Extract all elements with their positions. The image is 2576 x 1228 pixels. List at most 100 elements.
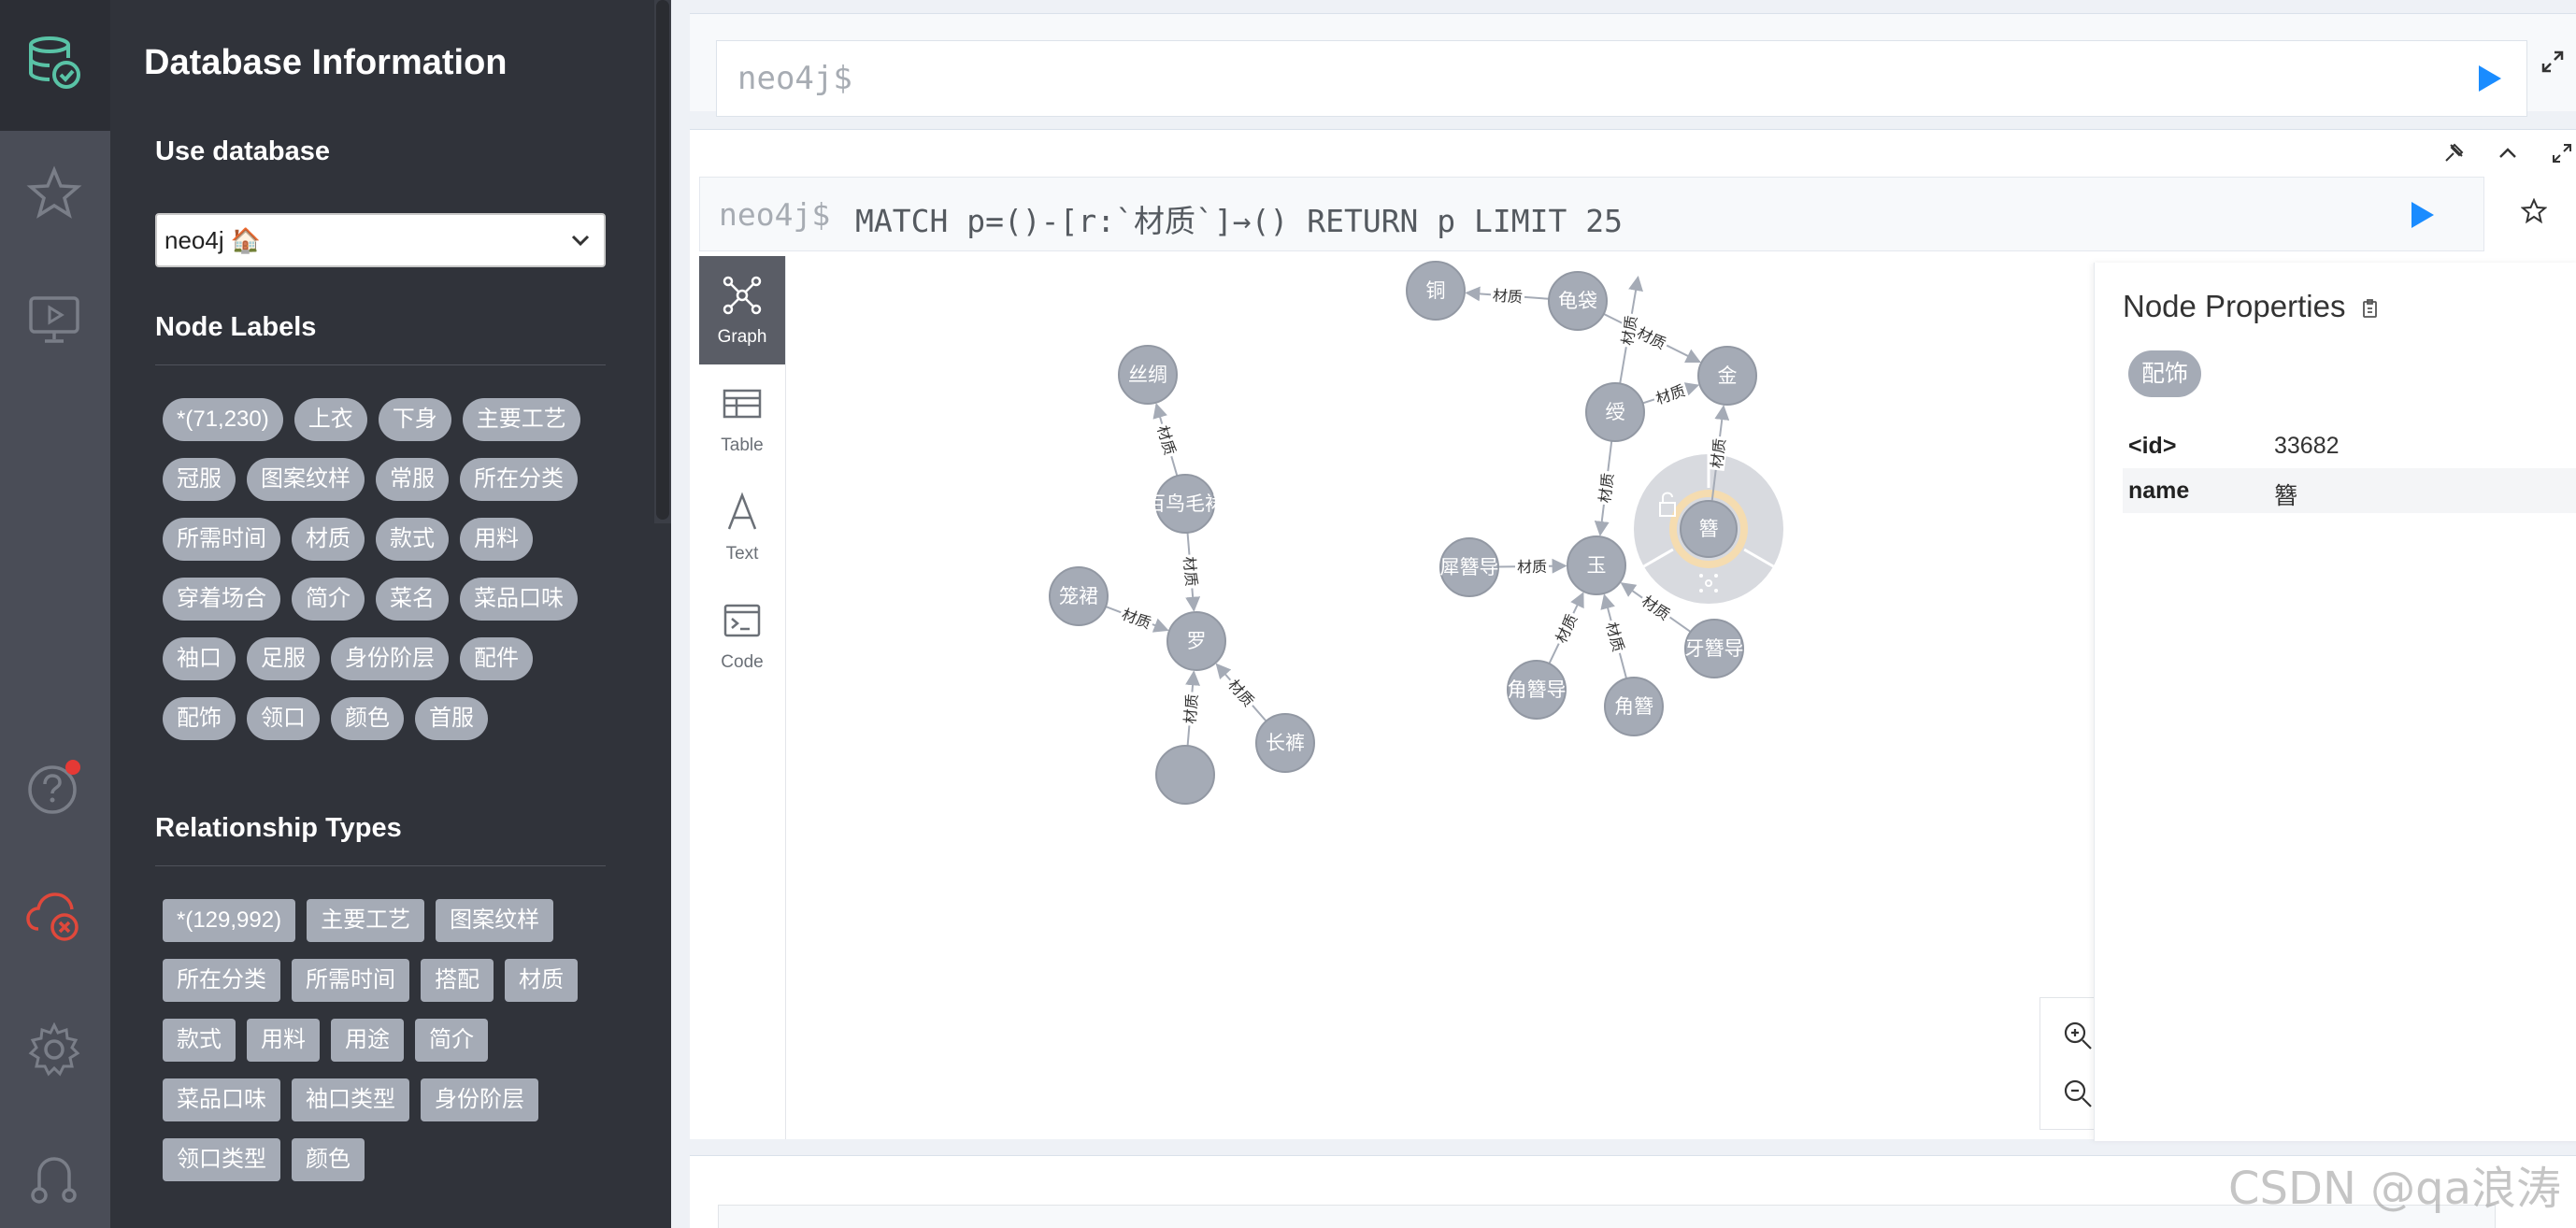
relationship-types-list: *(129,992) 主要工艺 图案纹样所在分类 所需时间 搭配 材质款式 用料 用途 简介菜品… <box>163 899 611 1181</box>
frame-query-text[interactable]: MATCH p=()-[r:`材质`]→() RETURN p LIMIT 25 <box>855 196 1623 241</box>
run-query-play-icon[interactable] <box>2472 62 2506 95</box>
node-label-pill[interactable]: 袖口 <box>163 637 236 680</box>
relationship-type-pill[interactable]: 领口类型 <box>163 1138 280 1181</box>
graph-node[interactable]: 金 <box>1697 346 1757 406</box>
graph-node[interactable]: 丝绸 <box>1118 345 1178 405</box>
graph-node[interactable]: 龟袋 <box>1548 271 1608 331</box>
graph-node[interactable]: 角簪 <box>1604 677 1664 736</box>
pin-frame-icon[interactable] <box>2440 139 2468 167</box>
relationship-type-pill[interactable]: 用途 <box>331 1019 404 1062</box>
relationship-type-pill[interactable]: 用料 <box>247 1019 320 1062</box>
node-label-badge[interactable]: 配饰 <box>2128 350 2202 397</box>
graph-node[interactable]: 罗 <box>1166 611 1226 671</box>
clipboard-icon[interactable] <box>2360 291 2381 326</box>
relationship-type-pill[interactable]: 身份阶层 <box>421 1078 538 1121</box>
graph-node[interactable]: 犀簪导 <box>1439 537 1499 597</box>
database-select[interactable]: neo4j 🏠 <box>155 213 606 267</box>
node-label-pill[interactable]: 简介 <box>292 578 365 621</box>
node-label-pill[interactable]: 材质 <box>292 518 365 561</box>
node-label-pill[interactable]: 首服 <box>415 697 488 740</box>
node-label-pill[interactable]: 下身 <box>378 398 451 441</box>
graph-node[interactable]: 长裤 <box>1255 713 1315 773</box>
favorites-star-icon[interactable] <box>25 164 83 222</box>
relationship-type-pill[interactable]: 搭配 <box>421 959 494 1002</box>
result-frame: neo4j$ MATCH p=()-[r:`材质`]→() RETURN p L… <box>690 129 2576 1141</box>
tab-table[interactable]: Table <box>699 364 785 473</box>
help-icon[interactable] <box>25 759 83 817</box>
graph-icon <box>720 273 765 318</box>
node-label-pill[interactable]: 颜色 <box>331 697 404 740</box>
tab-graph[interactable]: Graph <box>699 256 785 364</box>
frame-query-bar[interactable]: neo4j$ MATCH p=()-[r:`材质`]→() RETURN p L… <box>699 177 2484 251</box>
relationship-type-pill[interactable]: 所需时间 <box>292 959 409 1002</box>
relationship-type-pill[interactable]: 主要工艺 <box>307 899 425 942</box>
node-label-pill[interactable]: 款式 <box>376 518 449 561</box>
node-label-pill[interactable]: *(71,230) <box>163 398 283 441</box>
node-label-pill[interactable]: 穿着场合 <box>163 578 280 621</box>
node-label-pill[interactable]: 所在分类 <box>460 458 578 501</box>
fullscreen-frame-icon[interactable] <box>2548 139 2576 167</box>
disconnected-cloud-icon[interactable] <box>25 888 83 946</box>
node-label-pill[interactable]: 常服 <box>376 458 449 501</box>
zoom-in-icon[interactable] <box>2057 1015 2098 1056</box>
code-icon <box>720 598 765 643</box>
node-label-pill[interactable]: 菜品口味 <box>460 578 578 621</box>
database-information-drawer: Database Information Use database neo4j … <box>110 0 671 1228</box>
node-label-pill[interactable]: 主要工艺 <box>462 398 580 441</box>
tab-code-label: Code <box>721 652 764 672</box>
node-label-pill[interactable]: 用料 <box>460 518 533 561</box>
guides-monitor-icon[interactable] <box>25 292 83 350</box>
cypher-editor-input[interactable]: neo4j$ <box>716 40 2527 117</box>
relationship-type-pill[interactable]: *(129,992) <box>163 899 296 942</box>
about-neo4j-icon[interactable] <box>25 1151 83 1209</box>
relationship-types-title: Relationship Types <box>155 813 402 843</box>
zoom-out-icon[interactable] <box>2057 1073 2098 1114</box>
relationship-type-pill[interactable]: 颜色 <box>292 1138 365 1181</box>
rerun-query-play-icon[interactable] <box>2405 198 2439 232</box>
drawer-scrollbar[interactable] <box>654 0 671 523</box>
node-label-pill[interactable]: 配件 <box>460 637 533 680</box>
relationship-type-pill[interactable]: 材质 <box>505 959 578 1002</box>
relationship-type-pill[interactable]: 图案纹样 <box>436 899 554 942</box>
collapse-frame-icon[interactable] <box>2494 139 2522 167</box>
settings-gear-icon[interactable] <box>25 1021 83 1078</box>
node-label-pill[interactable]: 领口 <box>247 697 320 740</box>
table-icon <box>720 381 765 426</box>
scrollbar-thumb[interactable] <box>656 0 669 520</box>
database-select-value: neo4j 🏠 <box>165 226 262 254</box>
graph-node[interactable]: 牙簪导 <box>1684 619 1744 678</box>
relationship-type-pill[interactable]: 所在分类 <box>163 959 280 1002</box>
graph-node-circle[interactable] <box>1155 745 1215 805</box>
favorite-query-star-icon[interactable] <box>2520 197 2548 225</box>
stream-area: neo4j$ neo4j$ MATCH p=()-[r:`材质`]→() RET… <box>671 0 2576 1228</box>
graph-node[interactable] <box>1155 745 1215 805</box>
property-value: 33682 <box>2274 433 2340 459</box>
relationship-type-pill[interactable]: 菜品口味 <box>163 1078 280 1121</box>
tab-text[interactable]: Text <box>699 473 785 581</box>
node-label-pill[interactable]: 身份阶层 <box>331 637 449 680</box>
graph-node[interactable]: 笼裙 <box>1049 566 1109 626</box>
relationship-label: 材质 <box>1181 556 1201 587</box>
graph-node[interactable]: 角簪导 <box>1507 660 1567 720</box>
relationship-label: 材质 <box>1120 606 1154 633</box>
graph-node-label: 百鸟毛裙 <box>1146 493 1224 515</box>
database-icon[interactable] <box>25 34 83 92</box>
node-label-pill[interactable]: 冠服 <box>163 458 236 501</box>
relationship-type-pill[interactable]: 简介 <box>415 1019 488 1062</box>
node-label-pill[interactable]: 菜名 <box>376 578 449 621</box>
node-label-pill[interactable]: 图案纹样 <box>247 458 365 501</box>
node-label-pill[interactable]: 所需时间 <box>163 518 280 561</box>
graph-node[interactable]: 绶 <box>1585 382 1645 442</box>
graph-node[interactable]: 簪 <box>1680 500 1738 558</box>
relationship-type-pill[interactable]: 袖口类型 <box>292 1078 409 1121</box>
node-label-pill[interactable]: 足服 <box>247 637 320 680</box>
fullscreen-editor-icon[interactable] <box>2539 48 2567 76</box>
node-label-pill[interactable]: 配饰 <box>163 697 236 740</box>
graph-node[interactable]: 铜 <box>1406 261 1466 321</box>
relationship-type-pill[interactable]: 款式 <box>163 1019 236 1062</box>
graph-node[interactable]: 百鸟毛裙 <box>1146 474 1224 534</box>
node-label-pill[interactable]: 上衣 <box>293 398 367 441</box>
tab-code[interactable]: Code <box>699 581 785 690</box>
drawer-title: Database Information <box>144 43 508 82</box>
graph-node[interactable]: 玉 <box>1567 535 1626 595</box>
